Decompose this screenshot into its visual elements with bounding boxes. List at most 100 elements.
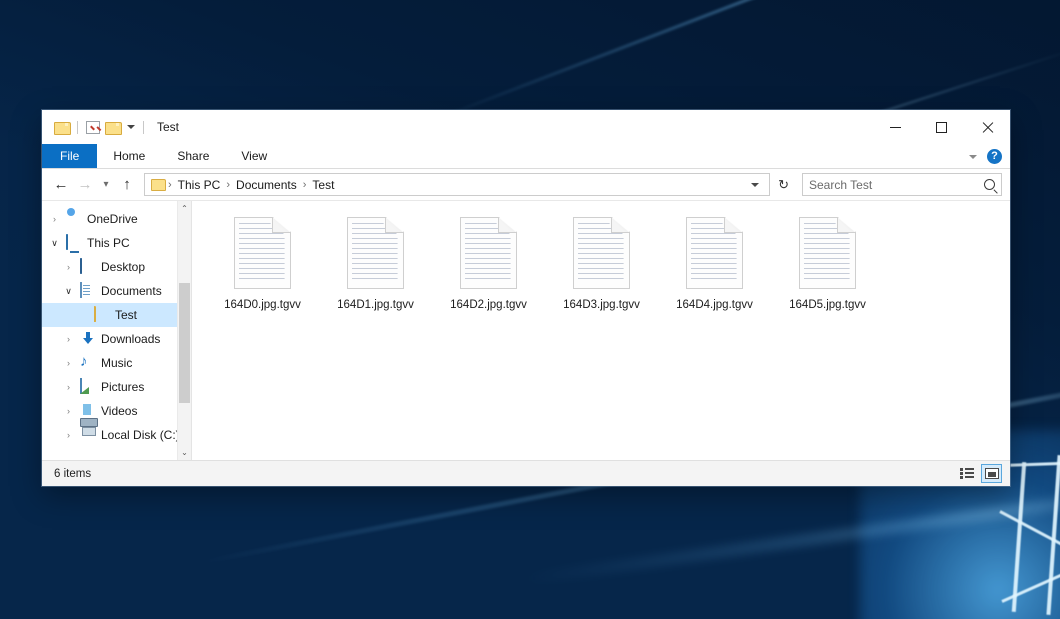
file-item[interactable]: 164D1.jpg.tgvv: [319, 213, 432, 321]
sidebar-item-this-pc[interactable]: ∨ This PC: [42, 231, 191, 255]
expand-chevron-icon[interactable]: ›: [62, 334, 75, 344]
status-bar: 6 items: [42, 460, 1010, 486]
window-title: Test: [157, 120, 179, 134]
sidebar-item-onedrive[interactable]: › OneDrive: [42, 207, 191, 231]
file-name: 164D4.jpg.tgvv: [676, 299, 753, 311]
generic-document-icon: [573, 217, 630, 289]
generic-document-icon: [234, 217, 291, 289]
tab-share[interactable]: Share: [161, 144, 225, 168]
sidebar-item-local-disk[interactable]: › Local Disk (C:): [42, 423, 191, 447]
folder-icon[interactable]: [54, 121, 69, 133]
sidebar-item-label: Documents: [101, 284, 162, 298]
folder-icon: [94, 307, 110, 323]
breadcrumb[interactable]: › This PC › Documents › Test: [144, 173, 770, 196]
sidebar-item-pictures[interactable]: › Pictures: [42, 375, 191, 399]
title-bar: Test: [42, 110, 1010, 144]
desktop-icon: [80, 259, 96, 275]
scroll-down-icon[interactable]: ⌄: [178, 445, 191, 460]
new-folder-icon[interactable]: [105, 121, 120, 133]
pictures-icon: [80, 379, 96, 395]
expand-chevron-icon[interactable]: ›: [62, 382, 75, 392]
customize-dropdown-icon[interactable]: [127, 125, 135, 129]
folder-icon: [151, 179, 166, 191]
file-item[interactable]: 164D0.jpg.tgvv: [206, 213, 319, 321]
file-item[interactable]: 164D3.jpg.tgvv: [545, 213, 658, 321]
sidebar-item-test[interactable]: Test: [42, 303, 191, 327]
file-grid: 164D0.jpg.tgvv 164D1.jpg.tgvv 164D2.jpg.…: [192, 201, 1010, 321]
large-icons-view-icon: [985, 468, 999, 479]
back-arrow-icon[interactable]: ←: [50, 174, 72, 196]
details-view-button[interactable]: [956, 464, 977, 483]
downloads-icon: [80, 331, 96, 347]
window-controls: [872, 110, 1010, 144]
refresh-icon[interactable]: ↻: [772, 177, 795, 193]
sidebar-scrollbar[interactable]: ⌃ ⌄: [177, 201, 191, 460]
window-body: › OneDrive ∨ This PC › Desktop ∨: [42, 201, 1010, 460]
tab-view[interactable]: View: [225, 144, 283, 168]
file-item[interactable]: 164D2.jpg.tgvv: [432, 213, 545, 321]
sidebar-item-label: Videos: [101, 404, 137, 418]
close-button[interactable]: [964, 110, 1010, 144]
recent-locations-icon[interactable]: ▾: [98, 174, 114, 196]
expand-chevron-icon[interactable]: ›: [62, 430, 75, 440]
sidebar-item-desktop[interactable]: › Desktop: [42, 255, 191, 279]
ribbon-right-controls: ?: [969, 144, 1002, 169]
sidebar-item-label: Local Disk (C:): [101, 428, 180, 442]
file-item[interactable]: 164D4.jpg.tgvv: [658, 213, 771, 321]
sidebar-item-label: Test: [115, 308, 137, 322]
breadcrumb-item-this-pc[interactable]: This PC: [172, 178, 227, 192]
help-icon[interactable]: ?: [987, 149, 1002, 164]
sidebar-item-label: Music: [101, 356, 132, 370]
item-count-label: 6 items: [54, 468, 91, 480]
tab-file[interactable]: File: [42, 144, 97, 168]
expand-chevron-icon[interactable]: ›: [62, 358, 75, 368]
file-item[interactable]: 164D5.jpg.tgvv: [771, 213, 884, 321]
generic-document-icon: [799, 217, 856, 289]
sidebar-item-label: Downloads: [101, 332, 160, 346]
breadcrumb-item-documents[interactable]: Documents: [230, 178, 303, 192]
scrollbar-thumb[interactable]: [179, 283, 190, 403]
file-list-pane[interactable]: 164D0.jpg.tgvv 164D1.jpg.tgvv 164D2.jpg.…: [192, 201, 1010, 460]
breadcrumb-dropdown-icon[interactable]: [751, 183, 759, 187]
search-input[interactable]: [809, 178, 984, 192]
generic-document-icon: [347, 217, 404, 289]
close-icon: [981, 121, 994, 134]
file-name: 164D5.jpg.tgvv: [789, 299, 866, 311]
scroll-up-icon[interactable]: ⌃: [178, 201, 191, 216]
properties-icon[interactable]: [86, 121, 100, 134]
tab-home[interactable]: Home: [97, 144, 161, 168]
collapse-chevron-icon[interactable]: ∨: [62, 286, 75, 297]
expand-chevron-icon[interactable]: ›: [48, 214, 61, 224]
up-arrow-icon[interactable]: ↑: [116, 174, 138, 196]
sidebar-item-label: OneDrive: [87, 212, 138, 226]
chevron-down-icon[interactable]: [969, 155, 977, 159]
search-box[interactable]: [802, 173, 1002, 196]
sidebar-item-label: This PC: [87, 236, 130, 250]
wallpaper-streak: [429, 0, 1060, 123]
desktop-background: Test File Home Share View ? ← → ▾ ↑: [0, 0, 1060, 619]
maximize-button[interactable]: [918, 110, 964, 144]
quick-access-toolbar: [42, 121, 147, 134]
divider: [143, 121, 144, 134]
file-name: 164D3.jpg.tgvv: [563, 299, 640, 311]
details-view-icon: [960, 468, 974, 479]
search-icon: [984, 179, 995, 190]
file-explorer-window: Test File Home Share View ? ← → ▾ ↑: [42, 110, 1010, 486]
sidebar-item-downloads[interactable]: › Downloads: [42, 327, 191, 351]
minimize-icon: [890, 127, 901, 128]
videos-icon: [80, 403, 96, 419]
collapse-chevron-icon[interactable]: ∨: [48, 238, 61, 249]
breadcrumb-item-test[interactable]: Test: [306, 178, 340, 192]
sidebar-item-videos[interactable]: › Videos: [42, 399, 191, 423]
expand-chevron-icon[interactable]: ›: [62, 406, 75, 416]
expand-chevron-icon[interactable]: ›: [62, 262, 75, 272]
file-name: 164D1.jpg.tgvv: [337, 299, 414, 311]
sidebar-item-music[interactable]: › ♪ Music: [42, 351, 191, 375]
forward-arrow-icon[interactable]: →: [74, 174, 96, 196]
address-bar: ← → ▾ ↑ › This PC › Documents › Test ↻: [42, 169, 1010, 201]
minimize-button[interactable]: [872, 110, 918, 144]
large-icons-view-button[interactable]: [981, 464, 1002, 483]
view-toggle-group: [956, 464, 1002, 483]
file-name: 164D2.jpg.tgvv: [450, 299, 527, 311]
sidebar-item-documents[interactable]: ∨ Documents: [42, 279, 191, 303]
